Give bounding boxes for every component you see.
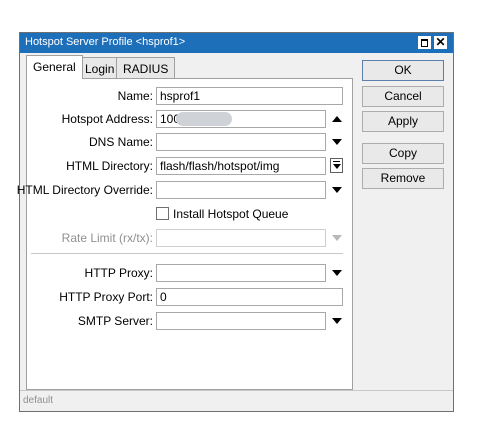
html-directory-override-label: HTML Directory Override: <box>16 183 153 197</box>
http-proxy-dropdown-icon[interactable] <box>331 268 342 278</box>
rate-limit-field <box>156 229 326 247</box>
install-hotspot-queue-checkbox[interactable] <box>156 207 169 220</box>
html-directory-override-dropdown-icon[interactable] <box>331 185 342 195</box>
tab-radius[interactable]: RADIUS <box>116 57 176 79</box>
close-icon[interactable]: ✕ <box>434 36 447 49</box>
smtp-server-dropdown-icon[interactable] <box>331 316 342 326</box>
dns-name-label: DNS Name: <box>88 135 153 149</box>
status-text: default <box>23 395 54 406</box>
redacted-blur <box>176 112 232 126</box>
maximize-icon[interactable] <box>418 36 431 49</box>
html-directory-label: HTML Directory: <box>66 159 153 173</box>
title-bar: Hotspot Server Profile <hsprof1> ✕ <box>20 33 453 53</box>
apply-button[interactable]: Apply <box>362 111 444 132</box>
smtp-server-field[interactable] <box>156 312 326 330</box>
dns-name-field[interactable] <box>156 133 326 151</box>
html-directory-dropdown-icon[interactable] <box>330 158 343 173</box>
hotspot-server-profile-window: Hotspot Server Profile <hsprof1> ✕ Gener… <box>17 32 454 412</box>
http-proxy-port-field[interactable]: 0 <box>156 288 343 306</box>
hotspot-address-collapse-icon[interactable] <box>331 114 342 124</box>
cancel-button[interactable]: Cancel <box>362 86 444 107</box>
remove-button[interactable]: Remove <box>362 168 444 189</box>
html-directory-override-field[interactable] <box>156 181 326 199</box>
tab-general[interactable]: General <box>26 55 83 79</box>
install-hotspot-queue-label: Install Hotspot Queue <box>173 207 289 221</box>
http-proxy-port-label: HTTP Proxy Port: <box>59 290 153 304</box>
section-divider <box>31 253 343 254</box>
hotspot-address-label: Hotspot Address: <box>61 112 153 126</box>
http-proxy-label: HTTP Proxy: <box>84 266 153 280</box>
ok-button[interactable]: OK <box>362 60 444 81</box>
tab-login[interactable]: Login <box>78 57 122 79</box>
http-proxy-field[interactable] <box>156 264 326 282</box>
rate-limit-dropdown-icon <box>331 233 342 243</box>
smtp-server-label: SMTP Server: <box>77 314 153 328</box>
name-label: Name: <box>117 89 153 103</box>
name-field[interactable]: hsprof1 <box>156 87 343 105</box>
status-bar: default <box>20 390 453 411</box>
rate-limit-label: Rate Limit (rx/tx): <box>61 231 153 245</box>
general-tab-panel: Name: hsprof1 Hotspot Address: 100 DNS N… <box>17 78 353 390</box>
copy-button[interactable]: Copy <box>362 143 444 164</box>
html-directory-field[interactable]: flash/flash/hotspot/img <box>156 157 326 175</box>
dns-name-dropdown-icon[interactable] <box>331 137 342 147</box>
hotspot-address-field[interactable]: 100 <box>156 110 326 128</box>
window-title: Hotspot Server Profile <hsprof1> <box>25 36 186 48</box>
